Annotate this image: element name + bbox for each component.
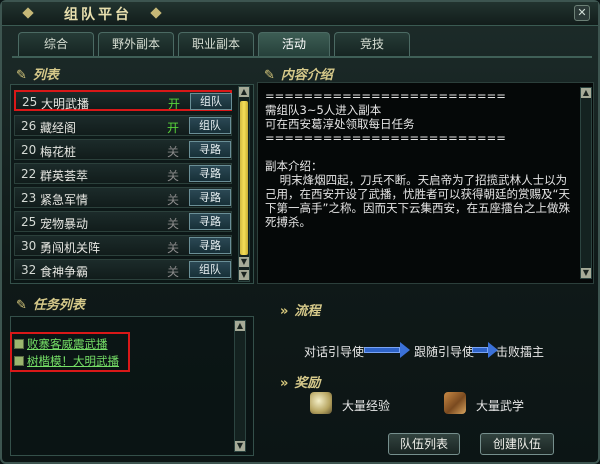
feather-icon: ✎ [16,298,27,313]
quest-link[interactable]: 树楷模！大明武播 [14,353,119,369]
item-status: 关 [167,169,180,183]
tab-class-dungeon[interactable]: 职业副本 [178,32,254,56]
item-name: 勇闯机关阵 [40,241,101,255]
item-name: 紧急军情 [40,193,89,207]
tab-arena[interactable]: 竞技 [334,32,410,56]
list-item[interactable]: 30 勇闯机关阵 关 寻路 [14,235,232,256]
list-item[interactable]: 26 藏经阁 开 组队 [14,115,232,136]
flow-step: 对话引导使 [304,345,365,359]
item-name: 大明武播 [41,97,90,111]
content-line: 可在西安葛淳处领取每日任务 [265,117,415,131]
scroll-down-icon[interactable]: ▼ [235,441,245,451]
item-name: 群英荟萃 [40,169,89,183]
item-level: 32 [21,263,37,277]
feather-icon: ✎ [16,68,27,83]
item-status: 关 [167,265,180,279]
scroll-thumb[interactable] [240,101,248,255]
list-item[interactable]: 23 紧急军情 关 寻路 [14,187,232,208]
scroll-down-icon[interactable]: ▼ [581,268,591,278]
item-level: 26 [21,119,37,133]
list-scrollbar[interactable]: ▲ ▼ ▼ [238,86,250,282]
quests-heading: ✎ 任务列表 [16,298,85,313]
close-button[interactable]: ✕ [574,5,590,21]
content-line: 副本介绍： [265,159,323,173]
item-level: 22 [21,167,37,181]
scroll-up-icon[interactable]: ▲ [581,88,591,98]
content-line: ========================= [265,89,506,103]
create-team-button[interactable]: 创建队伍 [480,433,554,455]
flow-heading: » 流程 [280,304,321,319]
content-scrollbar[interactable]: ▲ ▼ [580,87,592,279]
item-level: 25 [21,215,37,229]
item-level: 25 [22,95,38,109]
item-status: 关 [167,193,180,207]
close-icon: ✕ [577,6,587,19]
content-text: ========================= 需组队3~5人进入副本 可在… [265,89,575,229]
content-line: 需组队3~5人进入副本 [265,103,382,117]
quest-scrollbar[interactable]: ▲ ▼ [234,320,246,452]
team-up-button[interactable]: 组队 [189,117,231,134]
item-name: 藏经阁 [40,121,77,135]
item-level: 23 [21,191,37,205]
item-name: 梅花桩 [40,145,77,159]
team-up-button[interactable]: 组队 [190,93,232,110]
item-status: 关 [167,145,180,159]
list-heading: ✎ 列表 [16,68,59,83]
content-heading: ✎ 内容介绍 [264,68,333,83]
list-item[interactable]: 25 宠物暴动 关 寻路 [14,211,232,232]
chevron-icon: » [280,376,289,391]
flow-step: 击败擂主 [496,345,545,359]
item-status: 关 [167,241,180,255]
content-line [265,145,575,159]
list-item[interactable]: 32 食神争霸 关 组队 [14,259,232,280]
item-name: 宠物暴动 [40,217,89,231]
item-status: 关 [167,217,180,231]
list-item[interactable]: 20 梅花桩 关 寻路 [14,139,232,160]
quest-icon [14,339,24,349]
martial-arts-scroll-icon [444,392,466,414]
item-level: 30 [21,239,37,253]
team-list-button[interactable]: 队伍列表 [388,433,460,455]
quest-link[interactable]: 败寨客威震武播 [14,336,108,352]
experience-orb-icon [310,392,332,414]
tab-bar: 综合 野外副本 职业副本 活动 竞技 [18,32,410,56]
title-ornament-right [150,7,162,19]
scroll-down-icon[interactable]: ▼ [239,257,249,267]
reward-label: 大量武学 [476,399,525,413]
pathfind-button[interactable]: 寻路 [189,165,231,182]
content-line: 明末烽烟四起，刀兵不断。天启帝为了招揽武林人士以为己用，在西安开设了武播，忧胜者… [265,173,570,229]
arrow-right-icon [364,342,410,358]
team-platform-window: 组队平台 ✕ 综合 野外副本 职业副本 活动 竞技 ✎ 列表 25 大明武播 开 … [0,0,600,464]
pathfind-button[interactable]: 寻路 [189,189,231,206]
arrow-right-icon [472,342,498,358]
rewards-heading: » 奖励 [280,376,321,391]
reward-label: 大量经验 [342,399,391,413]
tab-divider [12,56,592,58]
title-ornament-left [22,7,34,19]
item-status: 开 [168,97,181,111]
title-bar[interactable]: 组队平台 ✕ [2,2,598,26]
pathfind-button[interactable]: 寻路 [189,237,231,254]
tab-activity[interactable]: 活动 [258,32,330,56]
tab-general[interactable]: 综合 [18,32,94,56]
pathfind-button[interactable]: 寻路 [189,213,231,230]
scroll-bottom-icon[interactable]: ▼ [239,270,249,280]
content-line: ========================= [265,131,506,145]
list-item[interactable]: 25 大明武播 开 组队 [14,90,232,111]
pathfind-button[interactable]: 寻路 [189,141,231,158]
content-text-area: ========================= 需组队3~5人进入副本 可在… [257,82,594,284]
window-title: 组队平台 [64,7,132,23]
scroll-up-icon[interactable]: ▲ [235,321,245,331]
team-up-button[interactable]: 组队 [189,261,231,278]
tab-field-dungeon[interactable]: 野外副本 [98,32,174,56]
chevron-icon: » [280,304,289,319]
quest-icon [14,356,24,366]
item-status: 开 [167,121,180,135]
flow-step: 跟随引导使 [414,345,475,359]
item-level: 20 [21,143,37,157]
feather-icon: ✎ [264,68,275,83]
item-name: 食神争霸 [40,265,89,279]
scroll-up-icon[interactable]: ▲ [239,87,249,97]
list-item[interactable]: 22 群英荟萃 关 寻路 [14,163,232,184]
